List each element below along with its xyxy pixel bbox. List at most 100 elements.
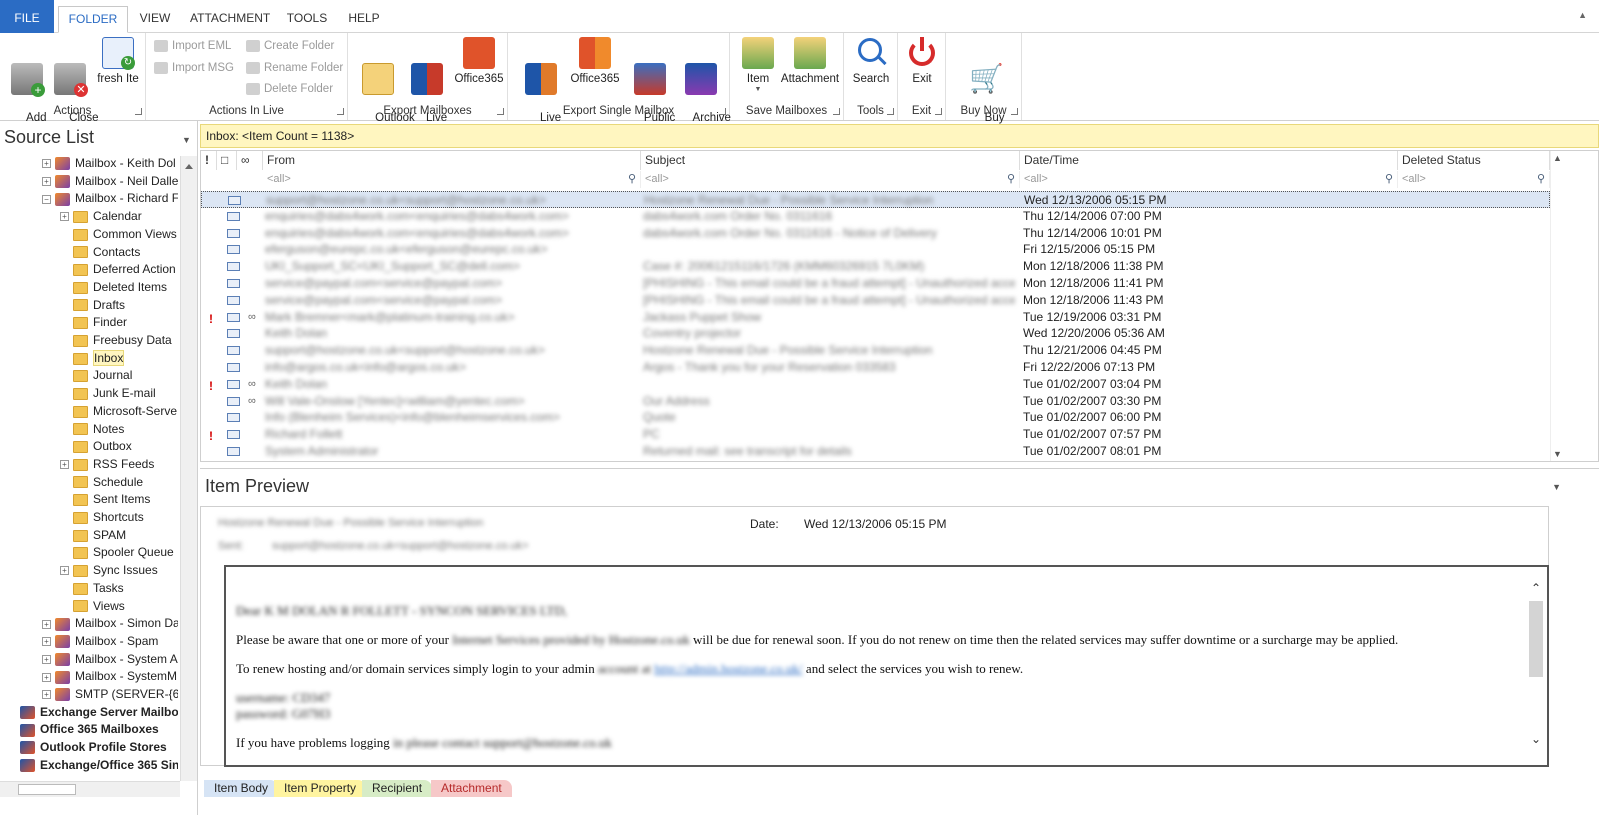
export-mailboxes-launcher-icon[interactable] [497, 108, 504, 115]
table-row[interactable]: enquiries@dabs4work.com<enquiries@dabs4w… [201, 225, 1550, 242]
tree-folder-sent-items[interactable]: Sent Items [60, 491, 178, 508]
table-row[interactable]: enquiries@dabs4work.com<enquiries@dabs4w… [201, 208, 1550, 225]
table-row[interactable]: info@argos.co.uk<info@argos.co.uk> Argos … [201, 359, 1550, 376]
from-filter[interactable]: <all> ⚲ [263, 171, 641, 188]
search-icon[interactable]: ⚲ [1537, 171, 1545, 188]
tree-folder-calendar[interactable]: + Calendar [60, 208, 178, 225]
search-icon[interactable]: ⚲ [1007, 171, 1015, 188]
tree-source-root[interactable]: Office 365 Mailboxes [20, 721, 178, 738]
date-column-header[interactable]: Date/Time [1020, 151, 1398, 170]
tree-folder-notes[interactable]: Notes [60, 421, 178, 438]
tree-mailbox[interactable]: + Mailbox - System A [42, 651, 178, 668]
tree-folder-deferred-action[interactable]: Deferred Action [60, 261, 178, 278]
date-filter[interactable]: <all> ⚲ [1020, 171, 1398, 188]
menu-file[interactable]: FILE [0, 0, 54, 33]
table-row[interactable]: System Administrator Returned mail: see t… [201, 443, 1550, 460]
source-horizontal-scrollbar[interactable] [0, 781, 180, 797]
tab-item-body[interactable]: Item Body [204, 780, 279, 797]
delete-folder-button[interactable]: Delete Folder [246, 79, 333, 99]
tree-folder-spam[interactable]: SPAM [60, 527, 178, 544]
tree-folder-schedule[interactable]: Schedule [60, 474, 178, 491]
expand-icon[interactable]: + [42, 637, 51, 647]
table-row[interactable]: UKI_Support_SC<UKI_Support_SC@dell.com> C… [201, 258, 1550, 275]
tree-mailbox[interactable]: + Mailbox - Simon Da [42, 615, 178, 632]
search-icon[interactable]: ⚲ [1385, 171, 1393, 188]
tree-folder-journal[interactable]: Journal [60, 367, 178, 384]
search-icon[interactable]: ⚲ [628, 171, 636, 188]
expand-icon[interactable]: + [60, 566, 69, 576]
menu-folder[interactable]: FOLDER [58, 6, 128, 33]
actions-launcher-icon[interactable] [135, 108, 142, 115]
tab-recipient[interactable]: Recipient [362, 780, 433, 797]
table-row[interactable]: ! ∞ Mark Bremner<mark@platinum-training.co… [201, 309, 1550, 326]
single-office365-button[interactable]: Office365 [568, 37, 622, 86]
expand-icon[interactable]: + [60, 212, 69, 222]
menu-tools[interactable]: TOOLS [284, 6, 330, 33]
tools-launcher-icon[interactable] [887, 108, 894, 115]
table-row[interactable]: ! ∞ Keith Dolan Tue 01/02/2007 03:04 PM [201, 376, 1550, 393]
save-attachment-button[interactable]: Attachment [778, 37, 842, 86]
importance-column-icon[interactable]: ! [201, 151, 217, 170]
menu-view[interactable]: VIEW [134, 6, 176, 33]
table-row[interactable]: service@paypal.com<service@paypal.com> [P… [201, 292, 1550, 309]
tree-folder-contacts[interactable]: Contacts [60, 244, 178, 261]
from-column-header[interactable]: From [263, 151, 641, 170]
menu-help[interactable]: HELP [344, 6, 384, 33]
tree-mailbox[interactable]: + Mailbox - SystemM [42, 668, 178, 685]
exit-launcher-icon[interactable] [935, 108, 942, 115]
table-row[interactable]: eferguson@eurepc.co.uk<eferguson@eurepc.… [201, 241, 1550, 258]
tab-item-property[interactable]: Item Property [274, 780, 367, 797]
buy-now-launcher-icon[interactable] [1011, 108, 1018, 115]
table-row[interactable]: service@paypal.com<service@paypal.com> [P… [201, 275, 1550, 292]
expand-icon[interactable]: + [42, 672, 51, 682]
tree-folder-freebusy-data[interactable]: Freebusy Data [60, 332, 178, 349]
tree-folder-finder[interactable]: Finder [60, 314, 178, 331]
deleted-status-column-header[interactable]: Deleted Status [1398, 151, 1550, 170]
menu-attachment[interactable]: ATTACHMENT [190, 6, 270, 33]
tree-folder-junk-e-mail[interactable]: Junk E-mail [60, 385, 178, 402]
tree-folder-microsoft-serve[interactable]: Microsoft-Serve [60, 403, 178, 420]
expand-icon[interactable]: + [42, 619, 51, 629]
expand-icon[interactable]: − [42, 194, 51, 204]
deleted-filter[interactable]: <all> ⚲ [1398, 171, 1550, 188]
tree-folder-common-views[interactable]: Common Views [60, 226, 178, 243]
tree-mailbox[interactable]: − Mailbox - Richard F [42, 190, 178, 207]
message-body-scrollbar[interactable]: ⌃ ⌄ [1527, 567, 1547, 765]
table-row[interactable]: ! Richard Follett PC Tue 01/02/2007 07:57 P… [201, 426, 1550, 443]
tree-folder-shortcuts[interactable]: Shortcuts [60, 509, 178, 526]
tree-folder-views[interactable]: Views [60, 598, 178, 615]
tree-folder-spooler-queue[interactable]: Spooler Queue [60, 544, 178, 561]
table-row[interactable]: support@hostzone.co.uk<support@hostzone.… [201, 342, 1550, 359]
grid-vertical-scrollbar[interactable]: ▲ ▼ [1550, 151, 1598, 461]
tree-folder-inbox[interactable]: Inbox [60, 349, 178, 367]
item-type-column-icon[interactable]: □ [217, 151, 237, 170]
search-button[interactable]: Search [848, 37, 894, 86]
tab-attachment[interactable]: Attachment [431, 780, 512, 797]
tree-source-root[interactable]: Exchange Server Mailbox [20, 704, 178, 721]
tree-mailbox[interactable]: + Mailbox - Neil Dalle [42, 173, 178, 190]
attachment-column-icon[interactable]: ∞ [237, 151, 263, 170]
tree-folder-drafts[interactable]: Drafts [60, 297, 178, 314]
save-item-button[interactable]: Item ▼ [738, 37, 778, 94]
import-msg-button[interactable]: Import MSG [154, 58, 234, 78]
tree-source-root[interactable]: Exchange/Office 365 Sing [20, 757, 178, 774]
tree-folder-rss-feeds[interactable]: + RSS Feeds [60, 456, 178, 473]
expand-icon[interactable]: + [42, 177, 51, 187]
admin-link[interactable]: http://admin.hostzone.co.uk/ [654, 661, 802, 676]
refresh-item-button[interactable]: ↻ fresh Ite [94, 37, 142, 86]
expand-icon[interactable]: + [60, 460, 69, 470]
ribbon-collapse-icon[interactable]: ▲ [1578, 10, 1587, 20]
expand-icon[interactable]: + [42, 159, 51, 169]
source-list-dropdown-icon[interactable]: ▼ [182, 135, 191, 145]
table-row[interactable]: ∞ Will Vale-Onslow [Yentec]<william@yente… [201, 393, 1550, 410]
tree-source-root[interactable]: Outlook Profile Stores [20, 739, 178, 756]
tree-mailbox[interactable]: +SMTP (SERVER-{600 [42, 686, 178, 703]
table-row[interactable]: Info (Blenheim Services)<info@blenheimse… [201, 409, 1550, 426]
expand-icon[interactable]: + [42, 690, 51, 700]
tree-mailbox[interactable]: + Mailbox - Keith Dol [42, 155, 178, 172]
create-folder-button[interactable]: Create Folder [246, 36, 334, 56]
rename-folder-button[interactable]: Rename Folder [246, 58, 343, 78]
tree-folder-tasks[interactable]: Tasks [60, 580, 178, 597]
actions-in-live-launcher-icon[interactable] [337, 108, 344, 115]
table-row[interactable]: support@hostzone.co.uk<support@hostzone.… [201, 191, 1550, 208]
